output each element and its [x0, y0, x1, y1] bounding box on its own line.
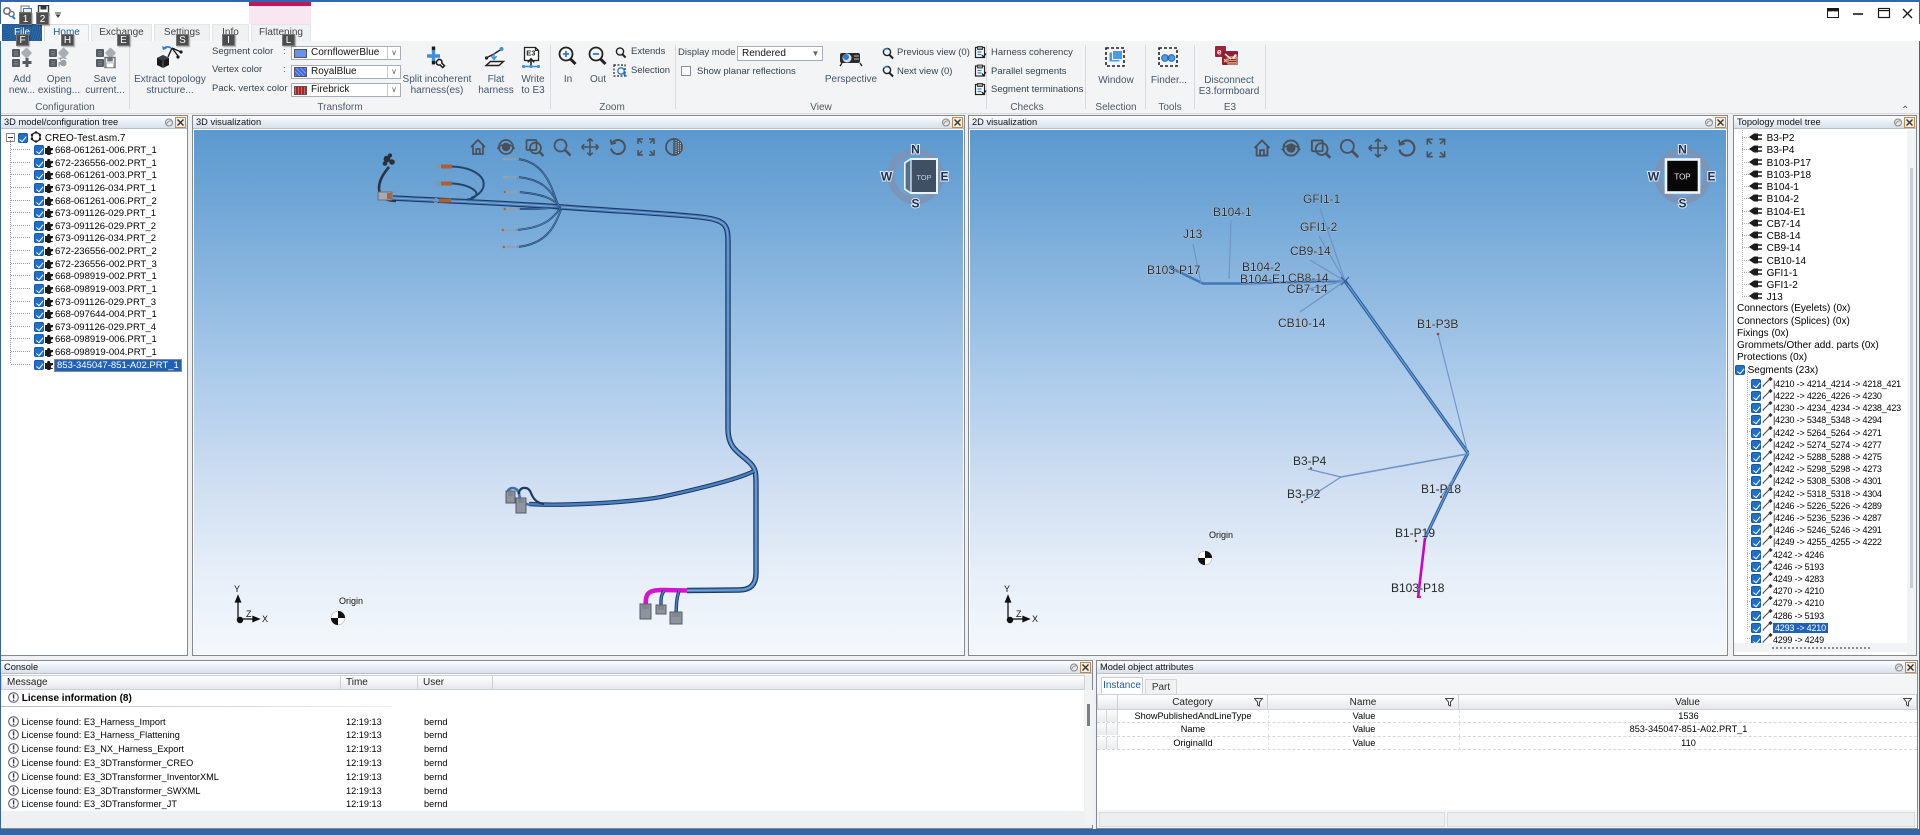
svg-text:X: X [1032, 614, 1038, 624]
svg-text:e: e [1217, 48, 1222, 57]
svg-text:B3-P2: B3-P2 [1287, 487, 1321, 501]
svg-text:CB10-14: CB10-14 [1278, 316, 1326, 330]
svg-text:N: N [911, 143, 920, 157]
svg-text:TOP: TOP [1674, 173, 1690, 182]
svg-text:J13: J13 [1183, 227, 1203, 241]
svg-text:E: E [940, 170, 948, 184]
svg-text:Z: Z [246, 609, 252, 619]
svg-text:CB7-14: CB7-14 [1287, 282, 1328, 296]
svg-text:W: W [881, 170, 893, 184]
svg-text:B104-1: B104-1 [1213, 205, 1252, 219]
svg-text:B103-P17: B103-P17 [1147, 263, 1201, 277]
svg-text:S: S [1678, 197, 1686, 211]
svg-text:W: W [1648, 170, 1660, 184]
svg-text:B1-P3B: B1-P3B [1417, 317, 1458, 331]
svg-text:Y: Y [234, 584, 240, 594]
svg-text:Z: Z [1016, 609, 1022, 619]
svg-text:GFI1-2: GFI1-2 [1300, 220, 1338, 234]
svg-text:Origin: Origin [1209, 530, 1233, 540]
svg-text:B3-P4: B3-P4 [1293, 454, 1327, 468]
svg-text:TOP: TOP [916, 173, 931, 182]
svg-text:Y: Y [1004, 584, 1010, 594]
svg-text:B1-P18: B1-P18 [1421, 482, 1461, 496]
svg-text:B1-P19: B1-P19 [1395, 526, 1435, 540]
svg-text:X: X [262, 614, 268, 624]
svg-text:B104-E1: B104-E1 [1240, 272, 1287, 286]
svg-text:CB9-14: CB9-14 [1290, 244, 1331, 258]
svg-text:E: E [1707, 170, 1715, 184]
svg-text:N: N [1678, 143, 1687, 157]
svg-text:E3: E3 [526, 49, 535, 58]
svg-text:S: S [911, 197, 919, 211]
svg-text:B103-P18: B103-P18 [1391, 581, 1445, 595]
svg-text:Origin: Origin [339, 596, 363, 606]
svg-text:GFI1-1: GFI1-1 [1303, 192, 1341, 206]
